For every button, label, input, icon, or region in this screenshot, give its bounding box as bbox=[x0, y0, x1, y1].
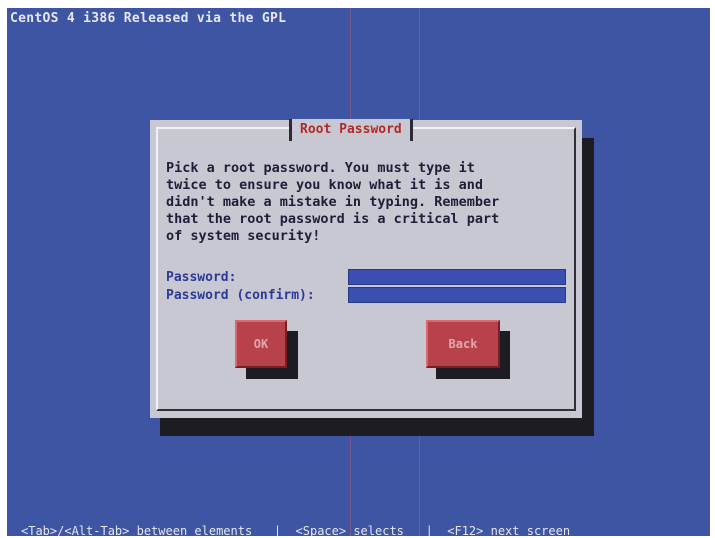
instruction-text: Pick a root password. You must type it t… bbox=[166, 160, 500, 244]
password-label: Password: bbox=[166, 270, 237, 285]
keyboard-help-bar: <Tab>/<Alt-Tab> between elements | <Spac… bbox=[21, 524, 571, 536]
password-field[interactable] bbox=[348, 269, 566, 285]
root-password-dialog: Root Password Pick a root password. You … bbox=[150, 119, 582, 418]
ok-button[interactable]: OK bbox=[235, 320, 287, 368]
installer-screen: CentOS 4 i386 Released via the GPL Root … bbox=[7, 8, 710, 536]
confirm-password-label: Password (confirm): bbox=[166, 288, 315, 303]
confirm-password-field[interactable] bbox=[348, 287, 566, 303]
back-button[interactable]: Back bbox=[426, 320, 500, 368]
release-banner: CentOS 4 i386 Released via the GPL bbox=[10, 11, 287, 26]
dialog-title: Root Password bbox=[289, 119, 413, 141]
